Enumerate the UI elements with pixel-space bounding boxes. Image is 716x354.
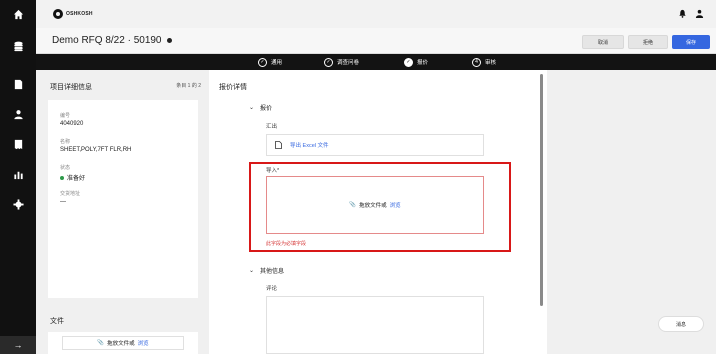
field-number: 编号 4040920 bbox=[60, 112, 83, 127]
import-dropzone[interactable]: 📎 拖放文件或 浏览 bbox=[266, 176, 484, 234]
export-excel-link[interactable]: 导出 Excel 文件 bbox=[290, 141, 329, 149]
browse-link[interactable]: 浏览 bbox=[138, 339, 149, 347]
step-quote[interactable]: ✓ 报价 bbox=[404, 57, 428, 67]
bell-icon[interactable] bbox=[678, 9, 687, 20]
brand-logo[interactable]: OSHKOSH bbox=[53, 9, 93, 19]
files-heading: 文件 bbox=[50, 318, 64, 325]
field-key: 名称 bbox=[60, 139, 71, 145]
title-row: Demo RFQ 8/22 · 50190 取消 拒绝 保存 bbox=[36, 28, 716, 54]
paperclip-icon: 📎 bbox=[349, 202, 357, 208]
gear-icon[interactable] bbox=[0, 194, 36, 214]
section-title: 报价详情 bbox=[219, 84, 247, 91]
page-title-text: Demo RFQ 8/22 · 50190 bbox=[52, 35, 162, 46]
export-excel-box[interactable]: 导出 Excel 文件 bbox=[266, 134, 484, 156]
panel-heading: 项目详细信息 bbox=[50, 84, 92, 91]
step-label: 审核 bbox=[485, 60, 497, 66]
field-key: 交货地址 bbox=[60, 191, 81, 197]
comment-label: 评论 bbox=[266, 286, 278, 292]
step-label: 报价 bbox=[417, 60, 429, 66]
field-status: 状态 准备好 bbox=[60, 164, 85, 182]
field-value: SHEET,POLY,7FT FLR,RH bbox=[60, 147, 132, 153]
other-info-section-toggle[interactable]: ⌄ 其他信息 bbox=[249, 266, 284, 275]
section-label: 其他信息 bbox=[260, 269, 285, 275]
section-label: 报价 bbox=[260, 106, 273, 112]
status-dot-icon bbox=[60, 176, 64, 181]
steps-bar: ✓ 通用 ✓ 调查问卷 ✓ 报价 4 审核 bbox=[36, 54, 716, 70]
field-key: 状态 bbox=[60, 165, 71, 171]
step-label: 调查问卷 bbox=[337, 60, 360, 66]
right-panel: 消息 bbox=[547, 70, 716, 354]
export-label: 汇出 bbox=[266, 124, 278, 130]
receipt-icon[interactable] bbox=[0, 134, 36, 154]
reject-button[interactable]: 拒绝 bbox=[628, 35, 668, 49]
item-count: 条目 1 的 2 bbox=[176, 83, 201, 89]
brand-name: OSHKOSH bbox=[66, 11, 93, 17]
check-icon: ✓ bbox=[258, 57, 267, 67]
scrollbar[interactable] bbox=[540, 74, 543, 306]
top-bar: OSHKOSH bbox=[36, 0, 716, 28]
check-icon: ✓ bbox=[404, 57, 413, 67]
document-icon[interactable] bbox=[0, 74, 36, 94]
status-value: 准备好 bbox=[67, 176, 86, 182]
home-icon[interactable] bbox=[0, 4, 36, 24]
required-error: 此字段为必填字段 bbox=[266, 241, 307, 247]
check-icon: ✓ bbox=[324, 57, 333, 67]
save-button[interactable]: 保存 bbox=[672, 35, 710, 49]
field-key: 编号 bbox=[60, 113, 71, 119]
users-icon[interactable] bbox=[0, 104, 36, 124]
files-card: 📎 拖放文件或 浏览 bbox=[48, 332, 198, 354]
chart-icon[interactable] bbox=[0, 164, 36, 184]
logo-mark bbox=[53, 9, 63, 19]
file-icon bbox=[275, 141, 282, 149]
chevron-down-icon: ⌄ bbox=[249, 268, 255, 274]
left-nav: → bbox=[0, 0, 36, 354]
step-label: 通用 bbox=[271, 60, 283, 66]
drop-text: 拖放文件或 bbox=[107, 341, 135, 347]
message-button[interactable]: 消息 bbox=[658, 316, 704, 332]
item-info-card: 编号 4040920 名称 SHEET,POLY,7FT FLR,RH 状态 准… bbox=[48, 100, 198, 298]
field-delivery-address: 交货地址 — bbox=[60, 190, 80, 205]
field-value: 4040920 bbox=[60, 121, 84, 127]
comment-textarea[interactable] bbox=[266, 296, 484, 354]
field-value: — bbox=[60, 199, 66, 205]
field-name: 名称 SHEET,POLY,7FT FLR,RH bbox=[60, 138, 131, 153]
step-number: 4 bbox=[472, 57, 481, 67]
cancel-button[interactable]: 取消 bbox=[582, 35, 624, 49]
browse-link[interactable]: 浏览 bbox=[390, 201, 401, 209]
chevron-down-icon: ⌄ bbox=[249, 105, 255, 111]
import-label: 导入* bbox=[266, 168, 280, 174]
paperclip-icon: 📎 bbox=[97, 340, 105, 346]
database-icon[interactable] bbox=[0, 36, 36, 56]
drop-text: 拖放文件或 bbox=[359, 203, 387, 209]
user-icon[interactable] bbox=[695, 9, 704, 20]
item-details-panel: 项目详细信息 条目 1 的 2 编号 4040920 名称 SHEET,POLY… bbox=[36, 70, 209, 354]
step-general[interactable]: ✓ 通用 bbox=[258, 57, 282, 67]
page-title: Demo RFQ 8/22 · 50190 bbox=[52, 35, 172, 46]
quote-details-panel: 报价详情 ⌄ 报价 汇出 导出 Excel 文件 导入* 📎 拖放文件或 浏览 … bbox=[209, 70, 547, 354]
status-dot-icon bbox=[166, 38, 172, 43]
file-dropzone[interactable]: 📎 拖放文件或 浏览 bbox=[62, 336, 184, 350]
step-questionnaire[interactable]: ✓ 调查问卷 bbox=[324, 57, 359, 67]
step-review[interactable]: 4 审核 bbox=[472, 57, 496, 67]
quote-section-toggle[interactable]: ⌄ 报价 bbox=[249, 103, 272, 112]
arrow-right-icon[interactable]: → bbox=[0, 336, 36, 354]
